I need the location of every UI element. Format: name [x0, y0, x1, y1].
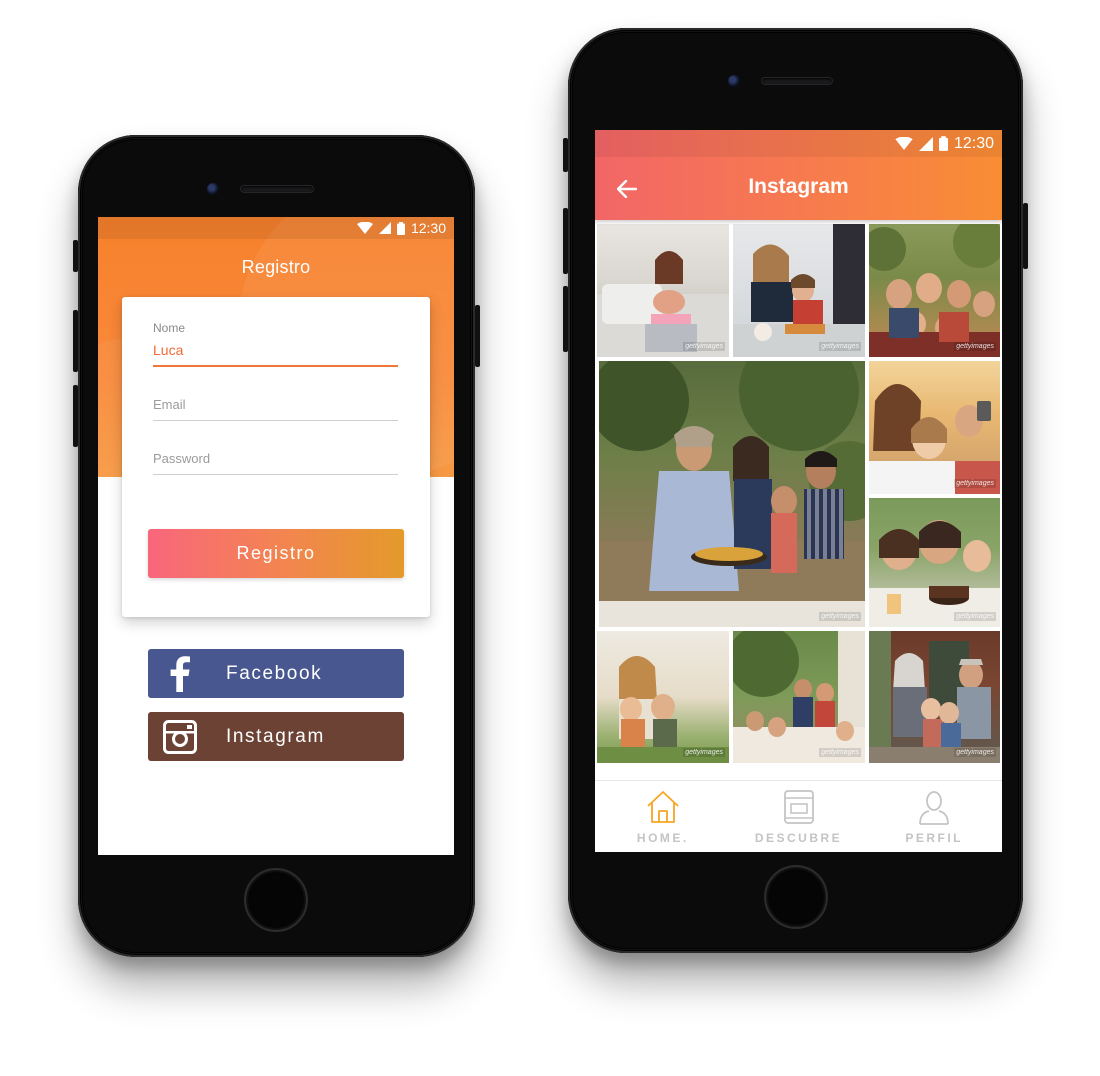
camera-icon	[207, 183, 219, 195]
nav-label: PERFIL	[905, 831, 964, 845]
side-button	[563, 208, 568, 274]
nav-item-perfil[interactable]: PERFIL	[866, 781, 1002, 852]
battery-icon	[396, 221, 405, 235]
nav-item-descubre[interactable]: DESCUBRE	[731, 781, 867, 852]
nav-label: HOME.	[636, 831, 689, 845]
status-time: 12:30	[410, 220, 446, 236]
watermark: gettyimages	[954, 612, 996, 621]
home-icon	[647, 791, 679, 823]
watermark: gettyimages	[819, 612, 861, 621]
showcase: 12:30 Registro Nome Luca Email Password …	[0, 0, 1100, 1076]
name-field-label: Nome	[153, 321, 186, 335]
photo-tile[interactable]: gettyimages	[599, 361, 865, 627]
facebook-button-label: Facebook	[226, 662, 323, 684]
instagram-button[interactable]: Instagram	[148, 712, 404, 761]
password-field-underline	[153, 474, 398, 475]
speaker	[241, 186, 313, 192]
side-button	[73, 385, 78, 447]
register-button[interactable]: Registro	[148, 529, 404, 578]
facebook-icon	[148, 655, 212, 692]
side-button	[73, 310, 78, 372]
email-field-underline	[153, 420, 398, 421]
photo-tile[interactable]: gettyimages	[869, 631, 1000, 763]
register-form-card: Nome Luca Email Password Registro	[122, 297, 430, 617]
phone-left: 12:30 Registro Nome Luca Email Password …	[73, 135, 480, 957]
password-field-placeholder[interactable]: Password	[153, 451, 398, 466]
side-button	[475, 305, 480, 367]
side-button	[1023, 203, 1028, 269]
email-field-placeholder[interactable]: Email	[153, 397, 398, 412]
password-field[interactable]: Password	[153, 451, 398, 475]
nav-label: DESCUBRE	[754, 831, 843, 845]
bottom-navigation: HOME. DESCUBRE PERFIL	[595, 780, 1002, 852]
photo-tile[interactable]: gettyimages	[733, 631, 865, 763]
wifi-icon	[895, 137, 913, 150]
status-time: 12:30	[953, 134, 994, 152]
speaker	[762, 78, 832, 84]
wifi-icon	[356, 222, 373, 234]
register-screen: 12:30 Registro Nome Luca Email Password …	[98, 217, 454, 855]
photo-tile[interactable]: gettyimages	[597, 631, 729, 763]
battery-icon	[938, 136, 948, 151]
facebook-button[interactable]: Facebook	[148, 649, 404, 698]
instagram-icon	[148, 719, 212, 754]
watermark: gettyimages	[954, 479, 996, 488]
family-laptop-photo	[597, 251, 729, 357]
camera-icon	[728, 75, 740, 87]
instagram-button-label: Instagram	[226, 725, 325, 747]
status-bar: 12:30	[595, 130, 1002, 157]
watermark: gettyimages	[954, 342, 996, 351]
watermark: gettyimages	[954, 748, 996, 757]
home-hardware-button[interactable]	[244, 868, 308, 932]
photo-tile[interactable]: gettyimages	[869, 361, 1000, 494]
family-selfie-photo	[869, 384, 1000, 494]
name-field[interactable]: Nome Luca	[153, 321, 398, 367]
signal-icon	[378, 222, 391, 234]
page-title: Registro	[241, 257, 311, 277]
home-hardware-button[interactable]	[764, 865, 828, 929]
book-icon	[783, 790, 814, 824]
phone-right: 12:30 Instagram gettyimages gettyimages …	[563, 28, 1028, 953]
page-title: Instagram	[748, 175, 849, 198]
watermark: gettyimages	[819, 342, 861, 351]
side-button	[73, 240, 78, 272]
grandparents-porch-photo	[869, 631, 1000, 763]
photo-tile[interactable]: gettyimages	[733, 224, 865, 357]
watermark: gettyimages	[683, 342, 725, 351]
signal-icon	[918, 136, 933, 151]
name-field-underline	[153, 365, 398, 367]
watermark: gettyimages	[683, 748, 725, 757]
status-bar: 12:30	[98, 217, 454, 239]
watermark: gettyimages	[819, 748, 861, 757]
mother-children-field-photo	[597, 656, 729, 763]
side-button	[563, 286, 568, 352]
photo-tile[interactable]: gettyimages	[869, 224, 1000, 357]
family-group-selfie-photo	[869, 224, 1000, 357]
photo-tile[interactable]: gettyimages	[869, 498, 1000, 627]
name-field-value[interactable]: Luca	[153, 342, 398, 358]
nav-item-home[interactable]: HOME.	[595, 781, 731, 852]
family-breakfast-photo	[733, 224, 865, 357]
instagram-screen: 12:30 Instagram gettyimages gettyimages …	[595, 130, 1002, 852]
photo-tile[interactable]: gettyimages	[597, 224, 729, 357]
user-icon	[919, 791, 950, 825]
family-outdoor-dinner-photo	[733, 631, 865, 763]
family-garden-paella-photo	[599, 361, 865, 627]
family-birthday-cake-photo	[869, 520, 1000, 627]
side-button	[563, 138, 568, 172]
email-field[interactable]: Email	[153, 397, 398, 421]
app-bar: 12:30 Instagram	[595, 130, 1002, 220]
